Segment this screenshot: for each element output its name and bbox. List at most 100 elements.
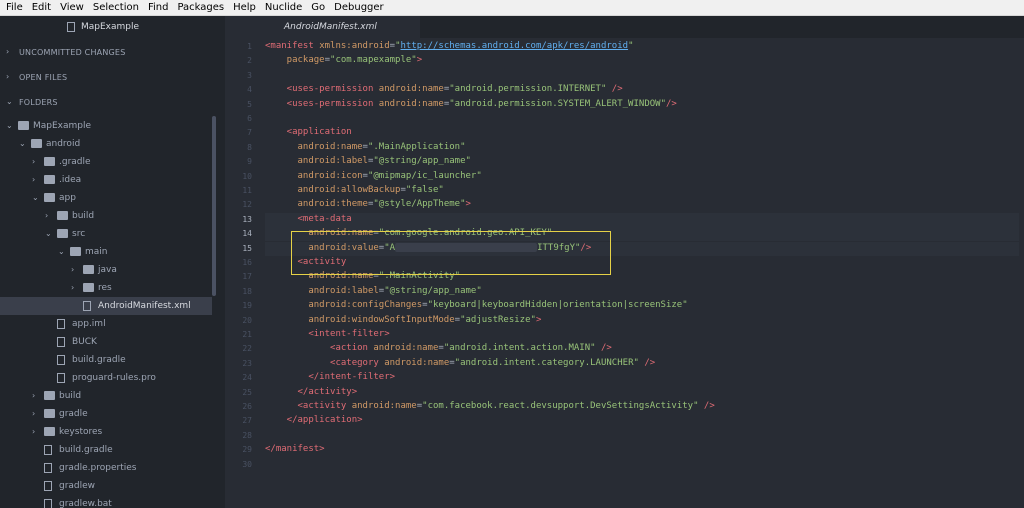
tree-folder[interactable]: › gradle [0, 405, 212, 423]
code-line: android:icon="@mipmap/ic_launcher" [265, 171, 482, 181]
folder-icon [44, 427, 55, 436]
tree-file[interactable]: build.gradle [0, 441, 212, 459]
tree-folder[interactable]: ⌄ MapExample [0, 117, 212, 135]
menu-item-help[interactable]: Help [230, 0, 259, 15]
line-number: 4 [247, 85, 252, 95]
tree-folder[interactable]: › .idea [0, 171, 212, 189]
code-token: android:name [373, 343, 439, 354]
chevron-down-icon: ⌄ [45, 229, 52, 238]
chevron-down-icon: ⌄ [19, 139, 26, 148]
code-token: "android.permission.INTERNET" [449, 84, 607, 95]
menu-item-debugger[interactable]: Debugger [331, 0, 387, 15]
menu-item-view[interactable]: View [57, 0, 87, 15]
file-icon [83, 301, 91, 311]
line-number: 7 [247, 128, 252, 138]
chevron-right-icon: › [45, 211, 49, 220]
line-number: 12 [242, 200, 252, 210]
code-token: <meta-data [265, 213, 352, 224]
line-number: 22 [242, 344, 252, 354]
code-token: android:icon [265, 170, 363, 181]
folder-icon [57, 211, 68, 220]
menu-item-edit[interactable]: Edit [29, 0, 54, 15]
folder-icon [57, 229, 68, 238]
code-editor[interactable]: 1 <manifest xmlns:android="http://schemas… [225, 38, 1024, 508]
tree-file[interactable]: BUCK [0, 333, 212, 351]
code-token: xmlns:android [319, 41, 390, 51]
code-token: "false" [405, 185, 444, 195]
line-number: 26 [242, 402, 252, 411]
tree-file[interactable]: build.gradle [0, 351, 212, 369]
tree-folder[interactable]: ⌄ android [0, 135, 212, 153]
code-token: android:theme [265, 199, 368, 210]
tree-folder[interactable]: ⌄ main [0, 243, 212, 261]
folder-icon [83, 283, 94, 292]
code-token[interactable]: http://schemas.android.com/apk/res/andro… [400, 41, 628, 51]
code-token: android:name [265, 141, 363, 152]
code-token: <category [265, 357, 385, 368]
section-label: FOLDERS [19, 98, 58, 107]
file-icon [44, 445, 52, 455]
code-line: <uses-permission android:name="android.p… [265, 84, 623, 94]
code-token: "keyboard|keyboardHidden|orientation|scr… [427, 300, 688, 311]
code-token: " [628, 41, 634, 51]
tree-file[interactable]: proguard-rules.pro [0, 369, 212, 387]
line-number: 27 [242, 416, 252, 426]
menu-item-go[interactable]: Go [308, 0, 328, 15]
menu-item-packages[interactable]: Packages [174, 0, 227, 15]
code-line: android:name=".MainApplication" [265, 142, 466, 152]
tree-folder[interactable]: ⌄ app [0, 189, 212, 207]
tree-file[interactable]: gradle.properties [0, 459, 212, 477]
code-token: ".MainApplication" [367, 141, 466, 152]
chevron-right-icon: › [32, 427, 36, 436]
menu-item-selection[interactable]: Selection [90, 0, 142, 15]
line-number: 3 [247, 70, 252, 80]
tab-androidmanifest[interactable]: AndroidManifest.xml [225, 16, 420, 38]
line-number: 28 [242, 430, 252, 440]
sidebar-scrollbar[interactable] [212, 116, 216, 296]
line-number: 14 [242, 229, 252, 239]
code-line: <application [265, 127, 352, 137]
menu-item-file[interactable]: File [3, 0, 26, 15]
chevron-down-icon: ⌄ [6, 97, 13, 106]
tree-file[interactable]: app.iml [0, 315, 212, 333]
sidebar-tab[interactable]: MapExample [0, 16, 225, 38]
code-token: <activity [265, 401, 352, 411]
code-line: </application> [265, 415, 363, 425]
tree-item-label: gradlew.bat [59, 499, 112, 508]
section-open-files[interactable]: › OPEN FILES [0, 68, 225, 88]
folder-icon [44, 193, 55, 202]
tree-folder[interactable]: › build [0, 387, 212, 405]
tree-folder[interactable]: ⌄ src [0, 225, 212, 243]
chevron-right-icon: › [6, 72, 10, 81]
tree-folder[interactable]: › res [0, 279, 212, 297]
code-token: </application> [265, 415, 363, 426]
code-token: > [535, 314, 542, 325]
tree-item-label: keystores [59, 427, 103, 437]
code-line: android:configChanges="keyboard|keyboard… [265, 300, 688, 311]
tree-item-label: BUCK [72, 337, 97, 347]
tree-view-sidebar: MapExample › UNCOMMITTED CHANGES › OPEN FIL… [0, 16, 225, 508]
code-token: /> [638, 357, 656, 368]
line-number: 25 [242, 387, 252, 397]
line-number: 29 [242, 445, 252, 455]
code-line: <manifest xmlns:android="http://schemas.… [265, 41, 633, 51]
menu-item-find[interactable]: Find [145, 0, 172, 15]
file-icon [44, 481, 52, 491]
tree-file[interactable]: gradlew [0, 477, 212, 495]
menu-bar: File Edit View Selection Find Packages Help Nuc… [0, 0, 1024, 16]
tree-item-label: gradle [59, 409, 88, 419]
code-token: /> [698, 401, 715, 411]
section-uncommitted-changes[interactable]: › UNCOMMITTED CHANGES [0, 43, 225, 63]
folder-icon [70, 247, 81, 256]
tree-file[interactable]: AndroidManifest.xml [0, 297, 212, 315]
tree-folder[interactable]: › keystores [0, 423, 212, 441]
menu-item-nuclide[interactable]: Nuclide [262, 0, 305, 15]
code-token: <manifest [265, 41, 320, 51]
code-token: <application [265, 127, 352, 138]
tree-folder[interactable]: › java [0, 261, 212, 279]
tree-file[interactable]: gradlew.bat [0, 495, 212, 508]
code-token: <action [265, 343, 374, 354]
tree-folder[interactable]: › build [0, 207, 212, 225]
section-folders[interactable]: ⌄ FOLDERS [0, 93, 225, 113]
tree-folder[interactable]: › .gradle [0, 153, 212, 171]
